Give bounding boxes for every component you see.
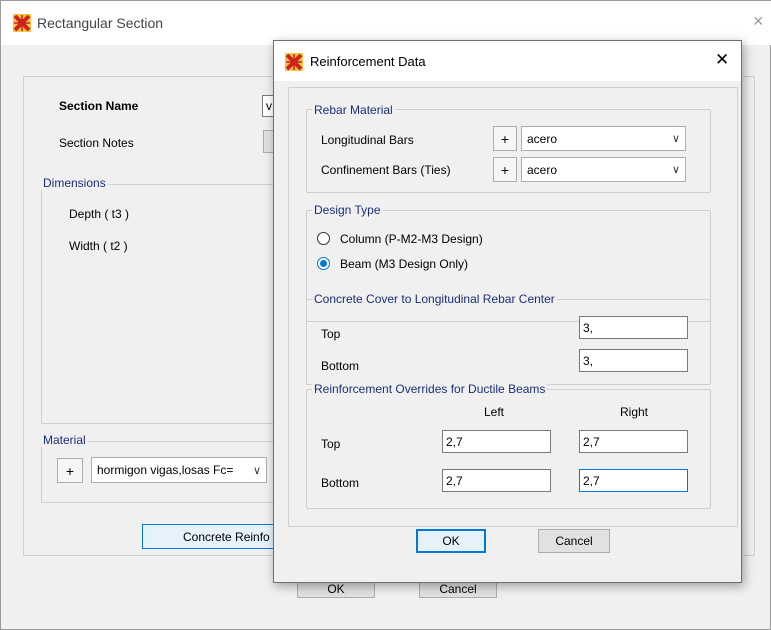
column-design-label: Column (P-M2-M3 Design) bbox=[340, 232, 483, 246]
cover-bottom-input[interactable]: 3, bbox=[579, 349, 688, 372]
width-label: Width ( t2 ) bbox=[69, 239, 128, 253]
left-column-header: Left bbox=[484, 405, 505, 419]
chevron-down-icon: ∨ bbox=[252, 464, 261, 477]
confinement-bars-label: Confinement Bars (Ties) bbox=[321, 163, 451, 177]
override-bottom-left-input[interactable]: 2,7 bbox=[442, 469, 551, 492]
longitudinal-bars-value: acero bbox=[527, 131, 558, 146]
section-name-label: Section Name bbox=[59, 99, 139, 113]
concrete-cover-group bbox=[306, 299, 711, 385]
column-design-radio[interactable] bbox=[317, 232, 330, 245]
close-icon[interactable]: ✕ bbox=[715, 50, 729, 70]
material-select-value: hormigon vigas,losas Fc= bbox=[97, 463, 234, 477]
dialog-title: Reinforcement Data bbox=[310, 54, 426, 69]
ok-button[interactable]: OK bbox=[416, 529, 486, 553]
design-type-title: Design Type bbox=[312, 203, 383, 217]
cover-top-input[interactable]: 3, bbox=[579, 316, 688, 339]
add-confinement-material-button[interactable]: + bbox=[493, 157, 517, 182]
override-bottom-right-input[interactable]: 2,7 bbox=[579, 469, 688, 492]
concrete-cover-title: Concrete Cover to Longitudinal Rebar Cen… bbox=[312, 292, 557, 306]
reinforcement-data-dialog: Reinforcement Data ✕ Rebar Material Long… bbox=[273, 40, 742, 583]
cancel-button[interactable]: Cancel bbox=[538, 529, 610, 553]
material-select[interactable]: hormigon vigas,losas Fc= ∨ bbox=[91, 457, 267, 483]
reinforcement-overrides-title: Reinforcement Overrides for Ductile Beam… bbox=[312, 382, 548, 396]
back-title-bar: Rectangular Section × bbox=[1, 1, 771, 45]
cover-top-label: Top bbox=[321, 327, 341, 341]
add-longitudinal-material-button[interactable]: + bbox=[493, 126, 517, 151]
override-bottom-label: Bottom bbox=[321, 476, 360, 490]
concrete-reinforcement-button[interactable]: Concrete Reinfo bbox=[142, 524, 282, 549]
back-window-title: Rectangular Section bbox=[37, 15, 164, 31]
beam-design-label: Beam (M3 Design Only) bbox=[340, 257, 469, 271]
depth-label: Depth ( t3 ) bbox=[69, 207, 130, 221]
confinement-bars-value: acero bbox=[527, 162, 558, 177]
material-title: Material bbox=[41, 433, 88, 447]
chevron-down-icon: ∨ bbox=[671, 133, 680, 145]
add-material-button[interactable]: + bbox=[57, 458, 83, 483]
chevron-down-icon: ∨ bbox=[671, 164, 680, 176]
confinement-bars-select[interactable]: acero ∨ bbox=[521, 157, 686, 182]
section-group-right-edge bbox=[743, 76, 755, 556]
override-top-left-input[interactable]: 2,7 bbox=[442, 430, 551, 453]
section-notes-label: Section Notes bbox=[59, 136, 134, 150]
right-column-header: Right bbox=[620, 405, 649, 419]
cover-bottom-label: Bottom bbox=[321, 359, 360, 373]
override-top-right-input[interactable]: 2,7 bbox=[579, 430, 688, 453]
beam-design-radio[interactable] bbox=[317, 257, 330, 270]
longitudinal-bars-select[interactable]: acero ∨ bbox=[521, 126, 686, 151]
dimensions-title: Dimensions bbox=[41, 176, 108, 190]
back-close-icon[interactable]: × bbox=[753, 11, 764, 32]
dialog-title-bar: Reinforcement Data ✕ bbox=[274, 41, 741, 81]
longitudinal-bars-label: Longitudinal Bars bbox=[321, 133, 414, 147]
rebar-material-title: Rebar Material bbox=[312, 103, 395, 117]
override-top-label: Top bbox=[321, 437, 341, 451]
sap-app-icon bbox=[285, 53, 303, 71]
sap-app-icon bbox=[13, 14, 31, 32]
